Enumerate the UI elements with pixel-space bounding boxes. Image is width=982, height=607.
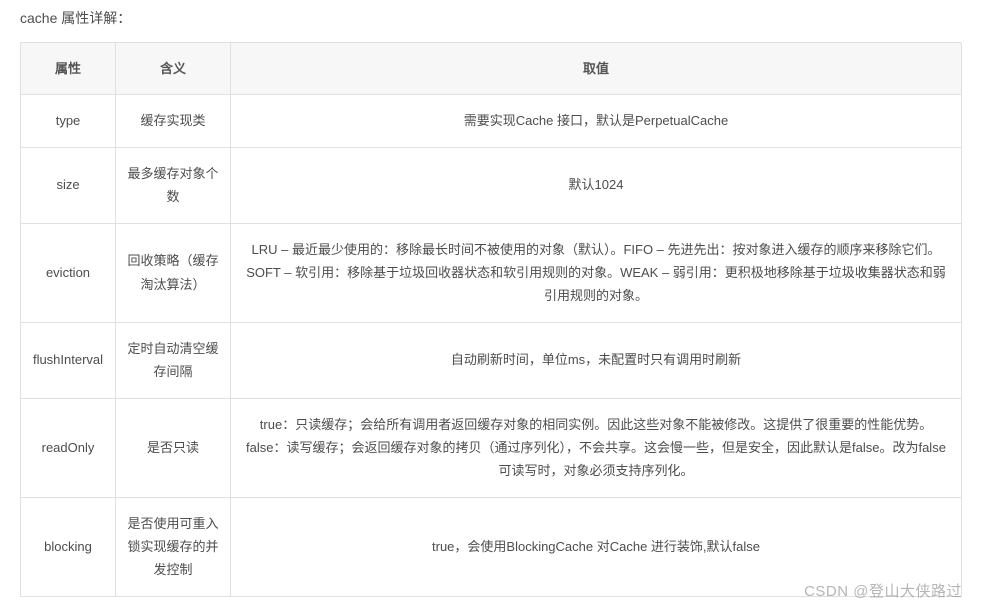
cell-meaning: 是否只读 <box>116 398 231 497</box>
cell-attr: eviction <box>21 223 116 322</box>
cell-attr: flushInterval <box>21 322 116 398</box>
cell-value: LRU – 最近最少使用的：移除最长时间不被使用的对象（默认）。FIFO – 先… <box>231 223 962 322</box>
cell-meaning: 最多缓存对象个数 <box>116 147 231 223</box>
cell-meaning: 回收策略（缓存淘汰算法） <box>116 223 231 322</box>
cell-value: true，会使用BlockingCache 对Cache 进行装饰,默认fals… <box>231 497 962 596</box>
cell-attr: size <box>21 147 116 223</box>
table-header-row: 属性 含义 取值 <box>21 43 962 95</box>
cell-value: 默认1024 <box>231 147 962 223</box>
cell-value: 需要实现Cache 接口，默认是PerpetualCache <box>231 95 962 147</box>
cache-attributes-table: 属性 含义 取值 type 缓存实现类 需要实现Cache 接口，默认是Perp… <box>20 42 962 597</box>
header-attr: 属性 <box>21 43 116 95</box>
cell-meaning: 缓存实现类 <box>116 95 231 147</box>
table-row: readOnly 是否只读 true：只读缓存；会给所有调用者返回缓存对象的相同… <box>21 398 962 497</box>
page-title: cache 属性详解： <box>20 8 962 28</box>
cell-meaning: 是否使用可重入锁实现缓存的并发控制 <box>116 497 231 596</box>
table-row: eviction 回收策略（缓存淘汰算法） LRU – 最近最少使用的：移除最长… <box>21 223 962 322</box>
table-row: flushInterval 定时自动清空缓存间隔 自动刷新时间，单位ms，未配置… <box>21 322 962 398</box>
table-row: size 最多缓存对象个数 默认1024 <box>21 147 962 223</box>
table-row: blocking 是否使用可重入锁实现缓存的并发控制 true，会使用Block… <box>21 497 962 596</box>
cell-meaning: 定时自动清空缓存间隔 <box>116 322 231 398</box>
cell-attr: type <box>21 95 116 147</box>
header-value: 取值 <box>231 43 962 95</box>
header-meaning: 含义 <box>116 43 231 95</box>
cell-attr: blocking <box>21 497 116 596</box>
cell-attr: readOnly <box>21 398 116 497</box>
cell-value: true：只读缓存；会给所有调用者返回缓存对象的相同实例。因此这些对象不能被修改… <box>231 398 962 497</box>
cell-value: 自动刷新时间，单位ms，未配置时只有调用时刷新 <box>231 322 962 398</box>
table-row: type 缓存实现类 需要实现Cache 接口，默认是PerpetualCach… <box>21 95 962 147</box>
